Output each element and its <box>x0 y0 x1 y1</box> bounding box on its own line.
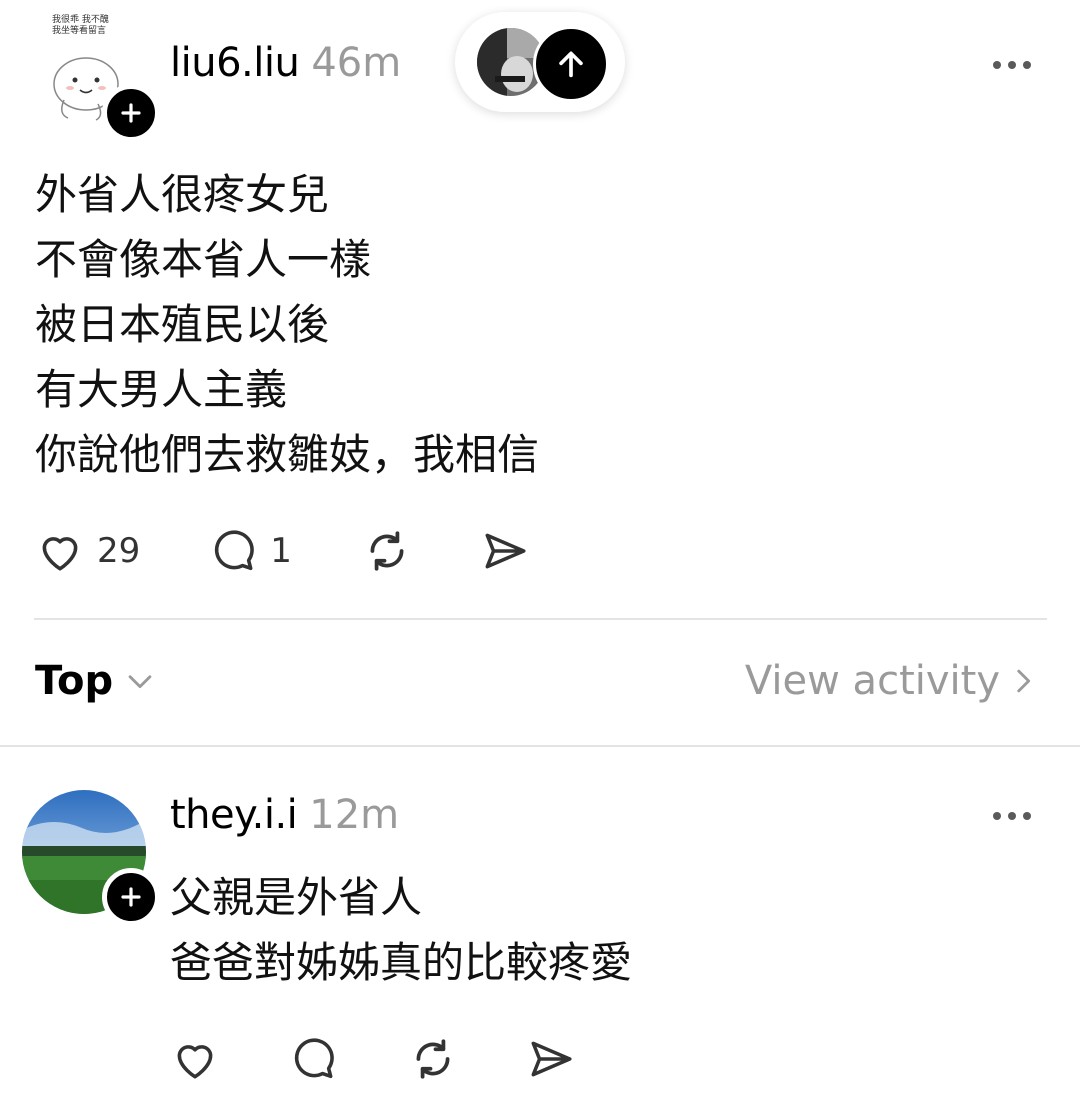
chevron-down-icon <box>128 675 152 689</box>
share-icon <box>485 533 526 569</box>
arrow-up-icon <box>559 51 583 78</box>
more-options-button[interactable] <box>993 61 1031 69</box>
like-count: 29 <box>97 531 141 571</box>
reply-like-button[interactable] <box>170 1034 220 1084</box>
avatar-caption-line2: 我坐等看留言 <box>52 24 106 36</box>
repost-button[interactable] <box>362 526 412 576</box>
reply-header: they.i.i 12m <box>170 792 399 838</box>
sort-dropdown[interactable]: Top <box>35 658 157 704</box>
repost-icon <box>416 1039 450 1079</box>
heart-icon <box>177 1045 213 1079</box>
view-activity-label: View activity <box>744 658 1000 704</box>
follow-button[interactable] <box>102 868 160 926</box>
reply-actions <box>170 1034 576 1084</box>
view-activity-link[interactable]: View activity <box>745 658 1038 704</box>
more-icon-dot <box>1023 812 1031 820</box>
more-icon <box>993 61 1001 69</box>
username[interactable]: liu6.liu <box>170 40 300 86</box>
share-button[interactable] <box>480 526 530 576</box>
sort-label: Top <box>35 658 114 704</box>
divider <box>0 745 1080 747</box>
share-icon <box>531 1041 572 1077</box>
scroll-to-top-pill[interactable] <box>455 12 625 112</box>
follow-button[interactable] <box>102 84 160 142</box>
avatar-caption-line1: 我很乖 我不醜 <box>52 14 109 25</box>
divider <box>34 618 1047 620</box>
comment-icon <box>294 1038 334 1079</box>
reply-username[interactable]: they.i.i <box>170 792 298 838</box>
reply-repost-button[interactable] <box>408 1034 458 1084</box>
like-button[interactable]: 29 <box>35 526 140 576</box>
more-icon-dot <box>1023 61 1031 69</box>
post-time: 46m <box>311 40 402 86</box>
comment-count: 1 <box>270 531 292 571</box>
reply-time: 12m <box>309 792 400 838</box>
plus-icon <box>121 103 141 123</box>
post-body: 外省人很疼女兒 不會像本省人一樣 被日本殖民以後 有大男人主義 你說他們去救雛妓… <box>35 170 540 479</box>
reply-body: 父親是外省人 爸爸對姊姊真的比較疼愛 <box>170 873 633 987</box>
scroll-up-button[interactable] <box>533 26 609 102</box>
post-header: liu6.liu 46m <box>170 40 401 86</box>
heart-icon <box>42 537 78 571</box>
post-actions: 29 1 <box>35 526 530 576</box>
comment-button[interactable]: 1 <box>208 526 292 576</box>
more-icon-dot <box>1008 812 1016 820</box>
reply-comment-button[interactable] <box>288 1034 338 1084</box>
reply-share-button[interactable] <box>526 1034 576 1084</box>
repost-icon <box>370 531 404 571</box>
more-icon-dot <box>1008 61 1016 69</box>
reply-more-options-button[interactable] <box>993 812 1031 820</box>
plus-icon <box>121 887 141 907</box>
comment-icon <box>215 530 255 571</box>
more-icon <box>993 812 1001 820</box>
chevron-right-icon <box>1017 669 1031 693</box>
